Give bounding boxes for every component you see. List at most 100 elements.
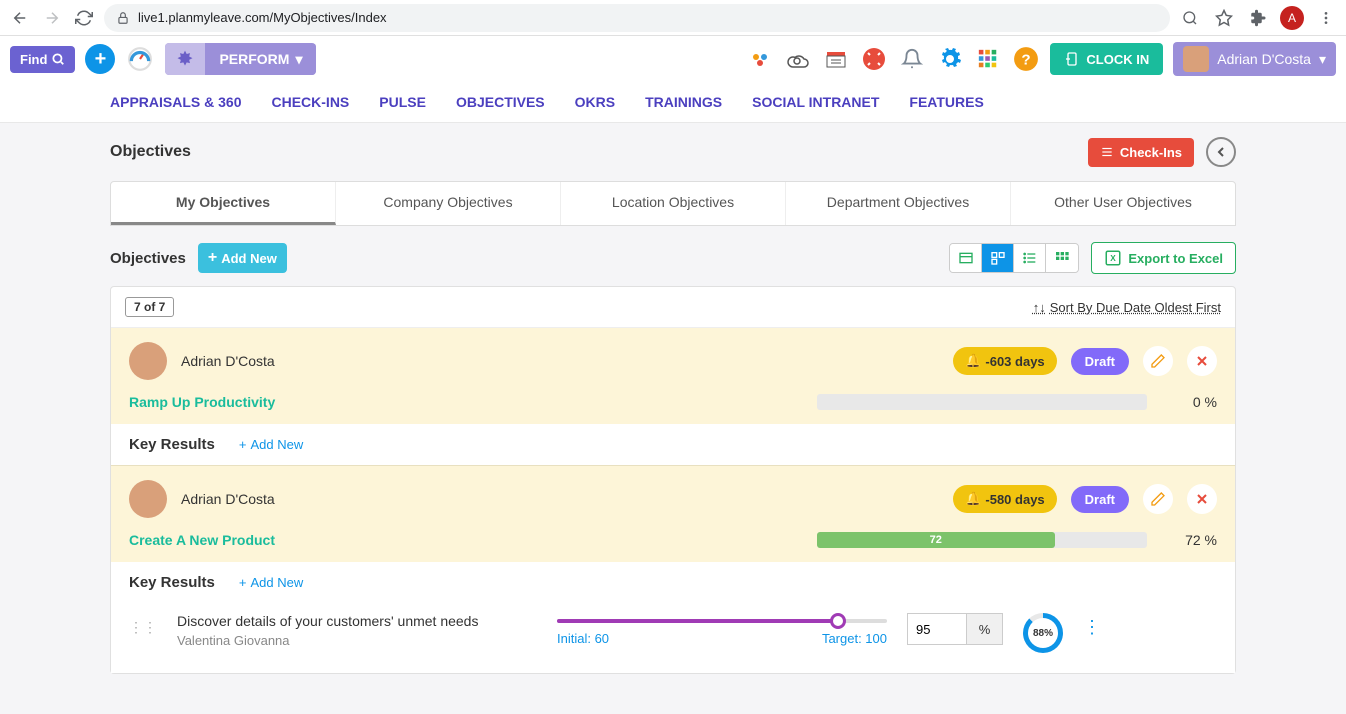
objective-owner: Adrian D'Costa bbox=[181, 491, 275, 507]
drag-handle-icon[interactable]: ⋮⋮ bbox=[129, 619, 157, 636]
key-results-header: Key Results +Add New bbox=[111, 562, 1235, 603]
key-result-slider[interactable]: Initial: 60 Target: 100 bbox=[557, 613, 887, 646]
key-result-description: Discover details of your customers' unme… bbox=[177, 613, 537, 629]
delete-button[interactable] bbox=[1187, 484, 1217, 514]
main-nav: APPRAISALS & 360 CHECK-INS PULSE OBJECTI… bbox=[0, 82, 1346, 123]
nav-objectives[interactable]: OBJECTIVES bbox=[456, 94, 545, 110]
find-button[interactable]: Find bbox=[10, 46, 75, 73]
view-toggle bbox=[949, 243, 1079, 273]
checkins-button[interactable]: Check-Ins bbox=[1088, 138, 1194, 167]
objective-card: Adrian D'Costa 🔔-603 days Draft Ramp Up … bbox=[111, 328, 1235, 424]
chrome-profile-avatar[interactable]: A bbox=[1280, 6, 1304, 30]
view-grid-icon[interactable] bbox=[1046, 244, 1078, 272]
nav-social[interactable]: SOCIAL INTRANET bbox=[752, 94, 879, 110]
value-unit: % bbox=[967, 613, 1003, 645]
subtab-department[interactable]: Department Objectives bbox=[786, 182, 1011, 225]
add-button[interactable]: + bbox=[85, 44, 115, 74]
delete-button[interactable] bbox=[1187, 346, 1217, 376]
add-new-label: Add New bbox=[221, 251, 277, 266]
perform-menu[interactable]: PERFORM ▾ bbox=[165, 43, 316, 75]
url-bar[interactable]: live1.planmyleave.com/MyObjectives/Index bbox=[104, 4, 1170, 32]
objective-title[interactable]: Create A New Product bbox=[129, 532, 275, 548]
perform-label: PERFORM bbox=[219, 51, 289, 67]
star-icon[interactable] bbox=[1212, 6, 1236, 30]
help-icon[interactable]: ? bbox=[1012, 45, 1040, 73]
days-remaining-badge: 🔔-603 days bbox=[953, 347, 1056, 375]
objectives-list: 7 of 7 ↑↓ Sort By Due Date Oldest First … bbox=[110, 286, 1236, 674]
count-badge: 7 of 7 bbox=[125, 297, 174, 317]
add-key-result-button[interactable]: +Add New bbox=[239, 575, 303, 590]
view-card-icon[interactable] bbox=[950, 244, 982, 272]
objective-subtabs: My Objectives Company Objectives Locatio… bbox=[110, 181, 1236, 226]
subtab-company[interactable]: Company Objectives bbox=[336, 182, 561, 225]
nav-pulse[interactable]: PULSE bbox=[379, 94, 426, 110]
status-badge: Draft bbox=[1071, 348, 1129, 375]
add-key-result-button[interactable]: +Add New bbox=[239, 437, 303, 452]
lock-icon bbox=[116, 11, 130, 25]
forward-icon[interactable] bbox=[40, 6, 64, 30]
subtab-location[interactable]: Location Objectives bbox=[561, 182, 786, 225]
apps-grid-icon[interactable] bbox=[974, 45, 1002, 73]
progress-bar: 72 bbox=[817, 532, 1147, 548]
cloud-icon[interactable] bbox=[784, 45, 812, 73]
subtab-my-objectives[interactable]: My Objectives bbox=[111, 182, 336, 225]
objective-owner: Adrian D'Costa bbox=[181, 353, 275, 369]
key-result-more-icon[interactable]: ⋮ bbox=[1083, 617, 1101, 638]
key-results-header: Key Results +Add New bbox=[111, 424, 1235, 465]
checkins-label: Check-Ins bbox=[1120, 145, 1182, 160]
bell-icon: 🔔 bbox=[965, 491, 981, 507]
extensions-icon[interactable] bbox=[1246, 6, 1270, 30]
svg-text:?: ? bbox=[1022, 51, 1031, 68]
nav-features[interactable]: FEATURES bbox=[909, 94, 983, 110]
sort-button[interactable]: ↑↓ Sort By Due Date Oldest First bbox=[1033, 300, 1221, 315]
expand-icon[interactable] bbox=[860, 45, 888, 73]
back-button[interactable] bbox=[1206, 137, 1236, 167]
dashboard-icon[interactable] bbox=[125, 44, 155, 74]
user-avatar bbox=[1183, 46, 1209, 72]
slider-initial-label: Initial: 60 bbox=[557, 631, 609, 646]
edit-button[interactable] bbox=[1143, 484, 1173, 514]
search-icon[interactable] bbox=[1178, 6, 1202, 30]
bell-icon: 🔔 bbox=[965, 353, 981, 369]
progress-percent: 72 % bbox=[1167, 532, 1217, 548]
view-list-icon[interactable] bbox=[1014, 244, 1046, 272]
key-result-row: ⋮⋮ Discover details of your customers' u… bbox=[111, 603, 1235, 673]
days-remaining-badge: 🔔-580 days bbox=[953, 485, 1056, 513]
user-avatar bbox=[129, 480, 167, 518]
perform-icon bbox=[165, 43, 205, 75]
user-menu[interactable]: Adrian D'Costa ▾ bbox=[1173, 42, 1336, 76]
sort-icon: ↑↓ bbox=[1033, 300, 1046, 315]
chevron-down-icon: ▾ bbox=[1319, 51, 1326, 68]
perform-button[interactable]: PERFORM ▾ bbox=[205, 44, 316, 75]
list-meta: 7 of 7 ↑↓ Sort By Due Date Oldest First bbox=[111, 287, 1235, 328]
nav-okrs[interactable]: OKRS bbox=[575, 94, 615, 110]
user-name: Adrian D'Costa bbox=[1217, 51, 1311, 67]
export-excel-button[interactable]: X Export to Excel bbox=[1091, 242, 1236, 274]
progress-percent: 0 % bbox=[1167, 394, 1217, 410]
progress-bar bbox=[817, 394, 1147, 410]
bell-icon[interactable] bbox=[898, 45, 926, 73]
objective-title[interactable]: Ramp Up Productivity bbox=[129, 394, 275, 410]
gear-icon[interactable] bbox=[936, 45, 964, 73]
clock-in-label: CLOCK IN bbox=[1086, 52, 1149, 67]
nav-checkins[interactable]: CHECK-INS bbox=[271, 94, 349, 110]
subtab-other-user[interactable]: Other User Objectives bbox=[1011, 182, 1235, 225]
key-result-owner: Valentina Giovanna bbox=[177, 633, 537, 648]
browser-chrome: live1.planmyleave.com/MyObjectives/Index… bbox=[0, 0, 1346, 36]
chevron-down-icon: ▾ bbox=[295, 51, 302, 68]
clock-in-button[interactable]: CLOCK IN bbox=[1050, 43, 1163, 75]
back-icon[interactable] bbox=[8, 6, 32, 30]
nav-appraisals[interactable]: APPRAISALS & 360 bbox=[110, 94, 241, 110]
calendar-icon[interactable] bbox=[822, 45, 850, 73]
edit-button[interactable] bbox=[1143, 346, 1173, 376]
page-header: Objectives Check-Ins bbox=[110, 137, 1236, 167]
value-input[interactable] bbox=[907, 613, 967, 645]
view-detail-icon[interactable] bbox=[982, 244, 1014, 272]
team-icon[interactable] bbox=[746, 45, 774, 73]
reload-icon[interactable] bbox=[72, 6, 96, 30]
objectives-title: Objectives bbox=[110, 250, 186, 267]
nav-trainings[interactable]: TRAININGS bbox=[645, 94, 722, 110]
key-results-title: Key Results bbox=[129, 574, 215, 591]
add-new-objective-button[interactable]: +Add New bbox=[198, 243, 287, 273]
chrome-menu-icon[interactable] bbox=[1314, 6, 1338, 30]
